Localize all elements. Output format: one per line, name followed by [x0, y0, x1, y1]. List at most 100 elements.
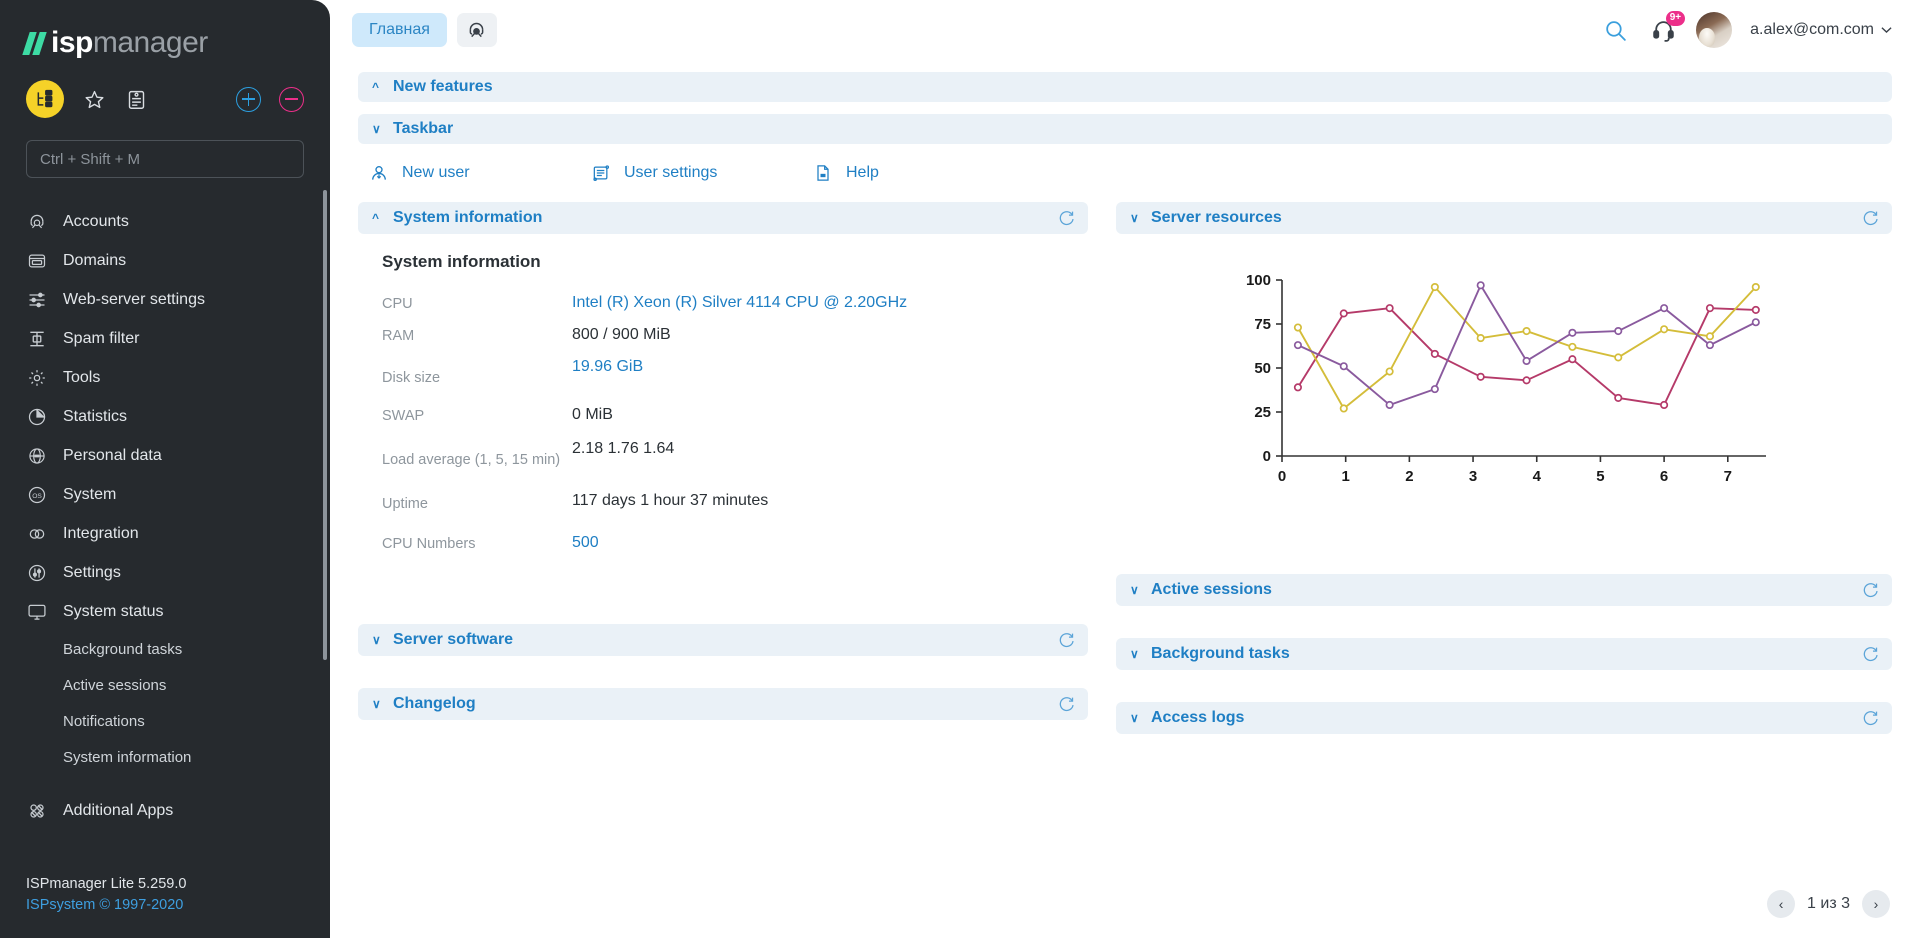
info-label: Disk size — [382, 370, 441, 386]
user-menu[interactable]: a.alex@com.com — [1750, 21, 1892, 39]
pagination-next-button[interactable]: › — [1862, 890, 1890, 918]
info-row: SWAP 0 MiB — [382, 406, 1088, 424]
star-icon[interactable] — [82, 87, 106, 111]
sidebar-item-integration[interactable]: Integration — [0, 514, 330, 553]
pagination-prev-button[interactable]: ‹ — [1767, 890, 1796, 918]
sidebar-item-additional-apps[interactable]: Additional Apps — [0, 791, 330, 830]
sidebar-item-label: Personal data — [63, 446, 162, 464]
svg-text:OS: OS — [32, 492, 42, 499]
refresh-icon[interactable] — [1058, 632, 1075, 649]
apps-icon — [26, 800, 48, 822]
chevron-down-icon: ∨ — [1130, 711, 1139, 725]
avatar[interactable] — [1696, 12, 1733, 48]
copyright-link[interactable]: ISPsystem © 1997-2020 — [26, 895, 304, 916]
sidebar-item-label: System status — [63, 602, 164, 620]
sidebar-item-domains[interactable]: Domains — [0, 241, 330, 280]
user-email-label: a.alex@com.com — [1750, 21, 1874, 38]
search-input[interactable]: Ctrl + Shift + M — [26, 140, 304, 178]
app-root: isp manager Ctrl + Shift + M Accounts Do… — [0, 0, 1920, 938]
sidebar-scrollbar[interactable] — [323, 190, 327, 660]
refresh-icon[interactable] — [1862, 646, 1879, 663]
info-value: 0 MiB — [572, 406, 613, 423]
info-row: RAM 800 / 900 MiB — [382, 326, 1088, 344]
sidebar-item-label: Spam filter — [63, 329, 140, 347]
structure-icon[interactable] — [26, 80, 64, 118]
taskbar-user-settings[interactable]: User settings — [590, 162, 812, 184]
panel-gap — [1116, 682, 1892, 702]
sidebar-item-tools[interactable]: Tools — [0, 358, 330, 397]
sidebar: isp manager Ctrl + Shift + M Accounts Do… — [0, 0, 330, 938]
monitor-icon — [26, 601, 48, 623]
sidebar-item-accounts[interactable]: Accounts — [0, 202, 330, 241]
panel-title: Server software — [393, 631, 514, 648]
user-settings-icon — [590, 162, 612, 184]
app-logo[interactable]: isp manager — [0, 0, 330, 60]
info-value: 2.18 1.76 1.64 — [572, 440, 675, 457]
info-value[interactable]: 19.96 GiB — [572, 358, 643, 376]
gear-icon — [26, 367, 48, 389]
info-label: CPU — [382, 296, 413, 312]
panel-background-tasks[interactable]: ∨ Background tasks — [1116, 638, 1892, 670]
sidebar-item-personal-data[interactable]: Personal data — [0, 436, 330, 475]
info-label: SWAP — [382, 408, 425, 424]
panel-title: System information — [393, 209, 543, 226]
refresh-icon[interactable] — [1862, 582, 1879, 599]
info-value[interactable]: 500 — [572, 534, 599, 552]
panel-server-software[interactable]: ∨ Server software — [358, 624, 1088, 656]
panel-taskbar[interactable]: ∨ Taskbar — [358, 114, 1892, 144]
panel-access-logs[interactable]: ∨ Access logs — [1116, 702, 1892, 734]
taskbar-new-user[interactable]: New user — [368, 162, 590, 184]
panel-title: Changelog — [393, 695, 476, 712]
chevron-down-icon: ∨ — [372, 633, 381, 647]
sidebar-item-background-tasks[interactable]: Background tasks — [0, 631, 330, 667]
chevron-down-icon: ∨ — [372, 122, 381, 136]
tab-main[interactable]: Главная — [352, 13, 447, 47]
sidebar-item-active-sessions[interactable]: Active sessions — [0, 667, 330, 703]
refresh-icon[interactable] — [1862, 710, 1879, 727]
tab-accounts-icon[interactable] — [456, 13, 497, 47]
pagination-label: 1 из 3 — [1807, 895, 1850, 912]
svg-text:4: 4 — [1533, 468, 1542, 485]
panel-gap — [358, 668, 1088, 688]
sidebar-item-system-information[interactable]: System information — [0, 739, 330, 775]
refresh-icon[interactable] — [1058, 210, 1075, 227]
sidebar-item-label: Tools — [63, 368, 101, 386]
info-label: RAM — [382, 328, 415, 344]
svg-text:1: 1 — [1342, 468, 1350, 485]
svg-text:3: 3 — [1469, 468, 1477, 485]
minus-circle-icon[interactable] — [279, 86, 304, 112]
topbar: Главная 9+ a.alex@com.com — [330, 0, 1920, 60]
spam-filter-icon — [26, 328, 48, 350]
panel-server-resources[interactable]: ∨ Server resources — [1116, 202, 1892, 234]
sidebar-item-spam-filter[interactable]: Spam filter — [0, 319, 330, 358]
sidebar-item-settings[interactable]: Settings — [0, 553, 330, 592]
sidebar-item-system[interactable]: OS System — [0, 475, 330, 514]
panel-system-information[interactable]: ^ System information — [358, 202, 1088, 234]
sidebar-item-web-server-settings[interactable]: Web-server settings — [0, 280, 330, 319]
logo-isp-text: isp — [51, 26, 93, 59]
personal-data-icon — [26, 445, 48, 467]
chevron-up-icon: ^ — [372, 211, 380, 225]
sidebar-item-notifications[interactable]: Notifications — [0, 703, 330, 739]
refresh-icon[interactable] — [1058, 696, 1075, 713]
content: ^ New features ∨ Taskbar New user User s… — [330, 60, 1920, 938]
panel-changelog[interactable]: ∨ Changelog — [358, 688, 1088, 720]
refresh-icon[interactable] — [1862, 210, 1879, 227]
sidebar-item-label: Accounts — [63, 212, 129, 230]
taskbar-help[interactable]: Help — [812, 162, 1034, 184]
sidebar-item-label: Web-server settings — [63, 290, 205, 308]
sidebar-item-system-status[interactable]: System status — [0, 592, 330, 631]
sidebar-footer: ISPmanager Lite 5.259.0 ISPsystem © 1997… — [0, 874, 330, 938]
sidebar-item-statistics[interactable]: Statistics — [0, 397, 330, 436]
panel-active-sessions[interactable]: ∨ Active sessions — [1116, 574, 1892, 606]
resources-line-chart: 0 25 50 75 100 0 1 2 3 4 5 6 7 — [1246, 272, 1766, 485]
info-row: CPU Numbers 500 — [382, 534, 1088, 552]
info-value[interactable]: Intel (R) Xeon (R) Silver 4114 CPU @ 2.2… — [572, 294, 907, 312]
clipboard-icon[interactable] — [124, 87, 148, 111]
search-icon[interactable] — [1600, 15, 1630, 45]
panel-new-features[interactable]: ^ New features — [358, 72, 1892, 102]
info-label: CPU Numbers — [382, 536, 476, 552]
panel-title: Taskbar — [393, 120, 454, 137]
plus-circle-icon[interactable] — [236, 86, 261, 112]
headset-icon[interactable]: 9+ — [1648, 11, 1686, 45]
